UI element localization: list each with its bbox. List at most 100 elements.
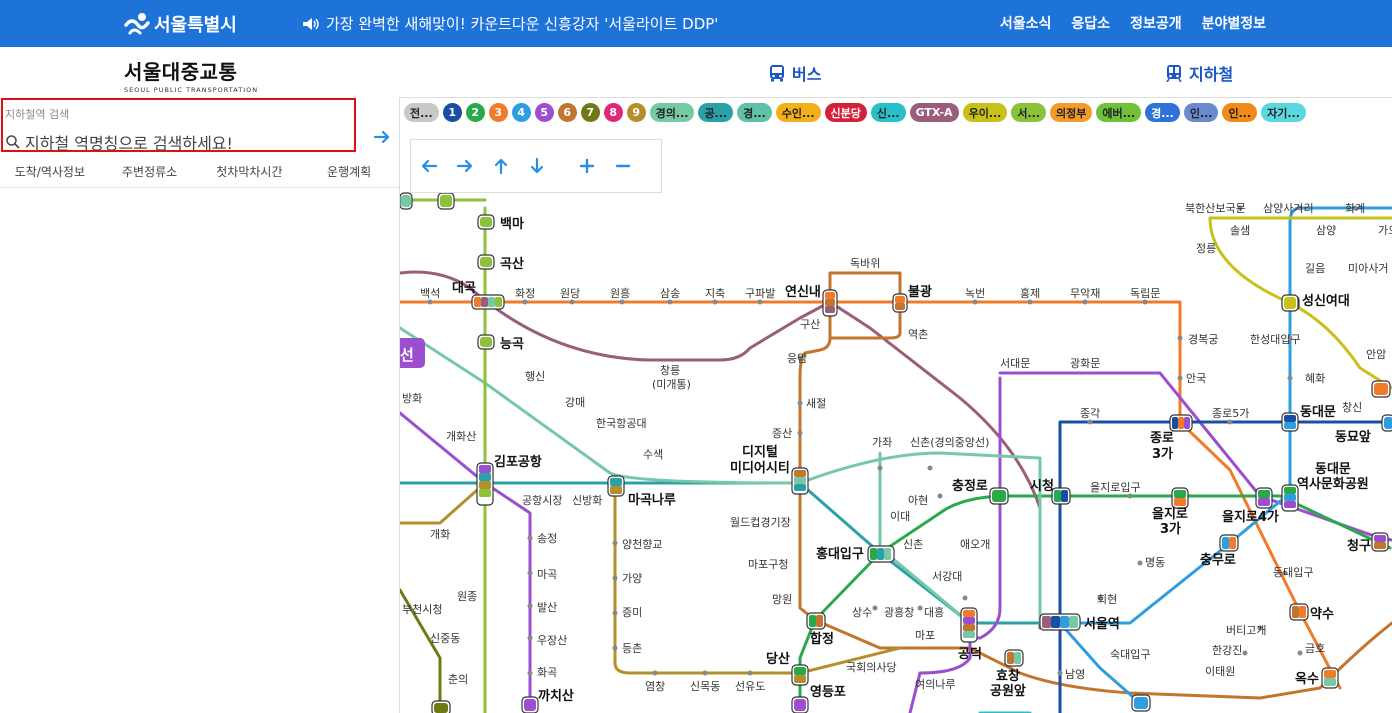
station-label[interactable]: 춘의 (448, 673, 468, 686)
line-label-fragment[interactable]: 선 (400, 346, 414, 364)
station-label[interactable]: 개화산 (446, 430, 476, 443)
line-chip-15[interactable]: 신... (870, 103, 906, 122)
station-label[interactable]: 정릉 (1196, 242, 1216, 255)
tab-arrival-info[interactable]: 도착/역사정보 (0, 163, 100, 187)
station-label[interactable]: 버티고개 (1226, 624, 1266, 637)
station-label[interactable]: (미개통) (652, 378, 691, 391)
seoul-logo[interactable]: 서울특별시 (124, 9, 237, 39)
line-chip-21[interactable]: 경... (1145, 103, 1180, 122)
line-chip-17[interactable]: 우이... (962, 103, 1008, 122)
station-label[interactable]: 공원앞 (990, 684, 1026, 699)
station-label[interactable]: 대곡 (452, 281, 476, 296)
station-label[interactable]: 독바위 (850, 257, 880, 270)
station-label[interactable]: 혜화 (1305, 372, 1325, 385)
station-label[interactable]: 가양 (622, 572, 642, 585)
station-label[interactable]: 이대 (890, 510, 910, 523)
station-label[interactable]: 강매 (565, 396, 585, 409)
zoom-in-icon[interactable] (569, 148, 605, 184)
station-label[interactable]: 서대문 (1000, 357, 1030, 370)
station-label[interactable]: 발산 (537, 601, 557, 614)
subway-map[interactable]: 선 백마 곡산 대곡 능곡 연신내 불광 성신여대 김포공항 디지털 미디어시티… (400, 128, 1392, 713)
station-label[interactable]: 독립문 (1130, 287, 1160, 300)
station-label[interactable]: 안암 (1366, 348, 1386, 361)
station-label[interactable]: 미아사거 (1348, 262, 1388, 275)
station-label[interactable]: 창신 (1342, 401, 1362, 414)
station-label[interactable]: 응암 (787, 352, 807, 365)
station-label[interactable]: 영등포 (810, 685, 846, 700)
station-label[interactable]: 마포구청 (748, 558, 788, 571)
tab-bus[interactable]: 버스 (768, 61, 821, 85)
station-label[interactable]: 안국 (1186, 372, 1206, 385)
line-chip-23[interactable]: 인... (1222, 103, 1258, 122)
station-label[interactable]: 애오개 (960, 538, 990, 551)
pan-down-arrow-icon[interactable] (519, 148, 555, 184)
station-label[interactable]: 충무로 (1200, 552, 1236, 568)
station-label[interactable]: 신목동 (690, 680, 720, 693)
station-label[interactable]: 화계 (1345, 202, 1365, 215)
station-label[interactable]: 연신내 (785, 284, 821, 300)
station-label[interactable]: 마포 (915, 629, 935, 642)
station-label[interactable]: 서울역 (1084, 616, 1120, 632)
line-chip-12[interactable]: 경... (737, 103, 772, 122)
station-label[interactable]: 염창 (645, 680, 665, 693)
station-label[interactable]: 종로 (1150, 431, 1174, 446)
line-chip-18[interactable]: 서... (1011, 103, 1047, 122)
nav-info-disclosure[interactable]: 정보공개 (1130, 13, 1182, 33)
line-chip-16[interactable]: GTX-A (909, 103, 959, 122)
station-label[interactable]: 등촌 (622, 642, 642, 655)
station-label[interactable]: 동대입구 (1273, 566, 1313, 579)
tab-first-last-train[interactable]: 첫차막차시간 (200, 163, 300, 187)
station-label[interactable]: 충정로 (952, 478, 988, 494)
station-label[interactable]: 한국항공대 (596, 417, 647, 430)
station-label[interactable]: 디지털 (742, 444, 778, 460)
line-chip-13[interactable]: 수인... (775, 103, 821, 122)
station-label[interactable]: 능곡 (500, 337, 524, 352)
nav-field-info[interactable]: 분야별정보 (1202, 13, 1266, 33)
station-label[interactable]: 양천향교 (622, 537, 662, 551)
station-label[interactable]: 지축 (705, 287, 725, 300)
station-label[interactable]: 원당 (560, 287, 580, 300)
station-label[interactable]: 신중동 (430, 632, 460, 645)
line-chip-1[interactable]: 1 (442, 103, 462, 122)
station-label[interactable]: 여의나루 (915, 678, 955, 691)
station-label[interactable]: 신촌 (903, 538, 923, 551)
subway-map-canvas[interactable]: 선 백마 곡산 대곡 능곡 연신내 불광 성신여대 김포공항 디지털 미디어시티… (400, 128, 1392, 713)
station-label[interactable]: 명동 (1145, 556, 1165, 569)
station-label[interactable]: 3가 (1152, 447, 1173, 462)
station-label[interactable]: 김포공항 (494, 454, 542, 470)
station-label[interactable]: 미디어시티 (730, 460, 790, 476)
station-label[interactable]: 이태원 (1205, 665, 1235, 678)
nav-eungdapso[interactable]: 응답소 (1071, 13, 1110, 33)
station-label[interactable]: 망원 (772, 593, 792, 606)
search-input[interactable]: 지하철 역명칭으로 검색하세요! (5, 130, 233, 154)
line-chip-11[interactable]: 공... (698, 103, 734, 122)
station-label[interactable]: 3가 (1160, 522, 1181, 537)
line-chip-9[interactable]: 9 (626, 103, 646, 122)
station-label[interactable]: 곡산 (500, 256, 524, 272)
station-label[interactable]: 삼양사거리 (1263, 202, 1314, 215)
line-chip-6[interactable]: 6 (557, 103, 577, 122)
station-label[interactable]: 을지로4가 (1222, 509, 1279, 525)
station-label[interactable]: 광흥창 (884, 605, 914, 619)
line-chip-19[interactable]: 의정부 (1050, 103, 1093, 122)
station-label[interactable]: 역사문화공원 (1297, 476, 1369, 492)
station-label[interactable]: 청구 (1347, 538, 1371, 554)
station-label[interactable]: 국회의사당 (846, 661, 897, 674)
station-label[interactable]: 숙대입구 (1110, 648, 1150, 661)
station-label[interactable]: 북한산보국문 (1185, 202, 1246, 215)
station-label[interactable]: 동묘앞 (1335, 430, 1371, 445)
station-label[interactable]: 한강진 (1212, 644, 1242, 657)
station-label[interactable]: 효창 (996, 668, 1020, 684)
station-label[interactable]: 종각 (1080, 407, 1100, 420)
station-label[interactable]: 홍대입구 (816, 546, 864, 562)
station-label[interactable]: 광화문 (1070, 357, 1100, 370)
station-label[interactable]: 홍제 (1020, 286, 1040, 300)
line-chip-14[interactable]: 신분당 (824, 103, 867, 122)
station-label[interactable]: 성신여대 (1302, 293, 1350, 309)
line-chip-22[interactable]: 인... (1183, 103, 1219, 122)
station-label[interactable]: 삼송 (660, 287, 680, 300)
station-label[interactable]: 역촌 (908, 328, 928, 341)
station-label[interactable]: 공덕 (958, 646, 982, 662)
station-label[interactable]: 한성대입구 (1250, 333, 1301, 346)
station-label[interactable]: 구산 (800, 318, 820, 331)
